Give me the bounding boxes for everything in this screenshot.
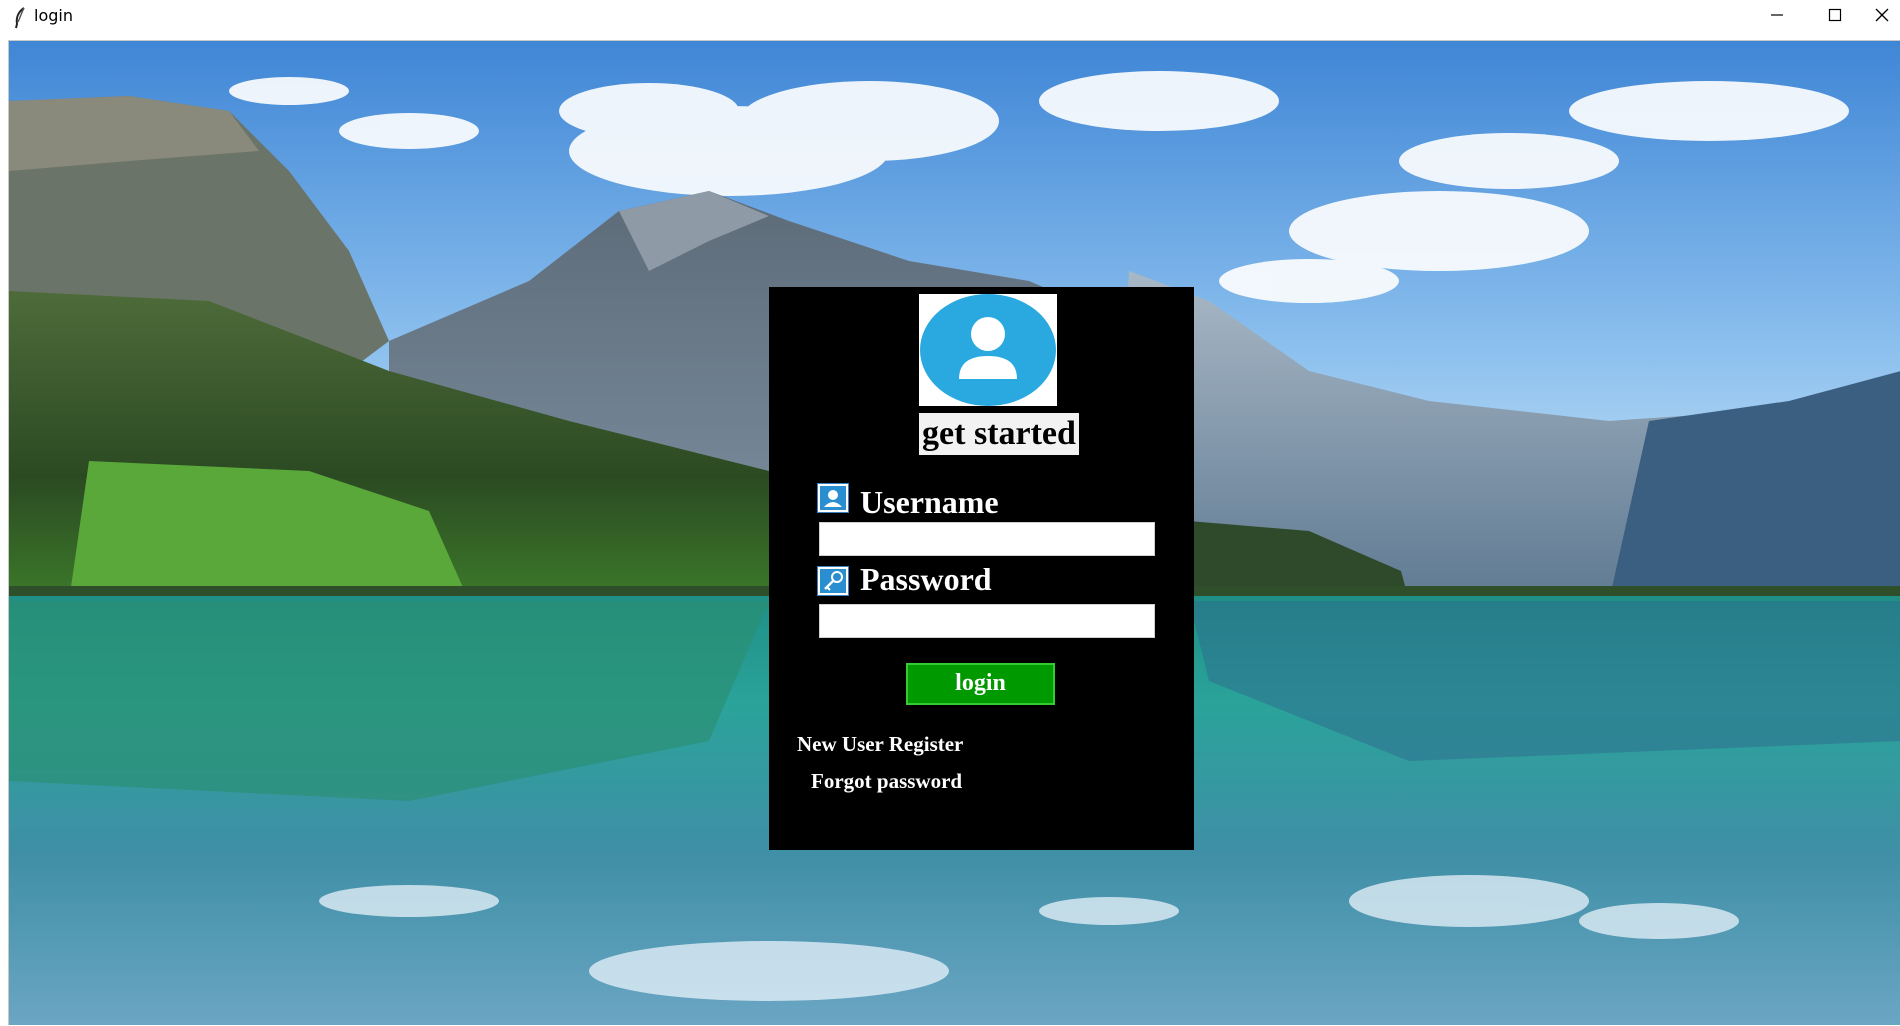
password-label: Password: [860, 561, 992, 597]
key-icon: [817, 566, 849, 596]
minimize-button[interactable]: [1748, 0, 1806, 30]
new-user-register-link[interactable]: New User Register: [797, 732, 963, 757]
username-input[interactable]: [819, 522, 1155, 556]
user-avatar-icon: [919, 294, 1057, 406]
login-panel: get started Username Password login New …: [769, 287, 1194, 850]
feather-icon: [12, 6, 28, 30]
close-button[interactable]: [1864, 0, 1900, 30]
close-icon: [1874, 7, 1890, 23]
login-button[interactable]: login: [906, 663, 1055, 705]
maximize-button[interactable]: [1806, 0, 1864, 30]
page-heading: get started: [919, 413, 1079, 455]
username-label: Username: [860, 484, 999, 520]
window-title: login: [34, 6, 73, 25]
user-id-icon: [817, 483, 849, 513]
forgot-password-link[interactable]: Forgot password: [811, 769, 962, 794]
password-input[interactable]: [819, 604, 1155, 638]
maximize-icon: [1828, 8, 1842, 22]
window-titlebar: login: [0, 0, 1900, 38]
minimize-icon: [1770, 8, 1784, 22]
window-content: get started Username Password login New …: [8, 40, 1900, 1026]
